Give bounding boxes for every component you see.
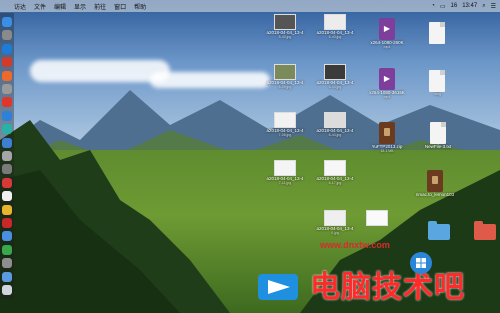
archive-glyph: [379, 122, 395, 144]
windows-logo-icon: [410, 252, 432, 274]
app-gray4-icon[interactable]: [2, 258, 12, 269]
trash-icon[interactable]: [2, 285, 12, 295]
video-file-icon[interactable]: ▶ x264-1080-3615K mp4: [364, 68, 410, 99]
file-icon[interactable]: a2018-04-04_13-4 6-44.jpg: [312, 64, 358, 89]
app-gray2-icon[interactable]: [2, 151, 12, 161]
safari-icon[interactable]: [2, 43, 12, 54]
search-icon[interactable]: ⌕: [482, 3, 485, 10]
file-sublabel: mp4: [383, 45, 391, 49]
app-blue4-icon[interactable]: [2, 271, 12, 282]
wifi-icon[interactable]: ◔: [431, 3, 435, 9]
watermark-logo: [258, 274, 298, 300]
wallpaper-forest: [0, 120, 230, 313]
archive-icon[interactable]: YuFTP2013.zip 18.1 MB: [364, 122, 410, 153]
app-gray-icon[interactable]: [2, 84, 12, 94]
app-orange-icon[interactable]: [2, 70, 12, 81]
file-thumbnail: [324, 160, 346, 176]
file-icon[interactable]: a2018-04-04_13-4 7-06.jpg: [262, 112, 308, 137]
app-red2-icon[interactable]: [2, 97, 12, 108]
file-icon[interactable]: a2018-04-04_13-4 7-11.jpg: [262, 160, 308, 185]
menu-help[interactable]: 帮助: [134, 2, 146, 11]
file-sublabel: 7-06.jpg: [278, 133, 292, 137]
app-red4-icon[interactable]: [2, 218, 12, 228]
menu-finder[interactable]: 访达: [14, 2, 26, 11]
file-thumbnail: [324, 64, 346, 80]
archive-icon[interactable]: nmac.to_lemon103: [410, 170, 460, 197]
app-red3-icon[interactable]: [2, 177, 12, 188]
app-blue2-icon[interactable]: [2, 137, 12, 148]
file-icon[interactable]: a2018-04-04_13-4 0.jpg: [312, 210, 358, 235]
notification-icon[interactable]: ☰: [491, 3, 496, 10]
file-sublabel: 8-40.jpg: [278, 35, 292, 39]
video-icon: ▶: [379, 68, 395, 90]
file-sublabel: 6-44.jpg: [328, 85, 342, 89]
file-thumbnail: [324, 210, 346, 226]
file-sublabel: 7-11.jpg: [278, 181, 292, 185]
menu-bar: 访达 文件 编辑 显示 前往 窗口 帮助 ◔ ▭ 16 13:47 ⌕ ☰: [0, 0, 500, 12]
file-thumbnail: [324, 112, 346, 128]
file-label: nmac.to_lemon103: [415, 192, 455, 197]
file-thumbnail: [274, 14, 296, 30]
menu-view[interactable]: 显示: [74, 2, 86, 11]
finder-icon[interactable]: [2, 17, 12, 27]
file-icon[interactable]: a2018-04-04_13-4 6-59.jpg: [262, 64, 308, 89]
folder-glyph: [428, 221, 450, 240]
file-label: NewFile-3.txt: [424, 144, 452, 149]
watermark-url: www.dnxtw.com: [320, 240, 390, 250]
folder-glyph: [474, 221, 496, 240]
file-icon[interactable]: a2018-04-04_13-4 6-17.jpg: [312, 160, 358, 185]
document-glyph: [429, 70, 445, 92]
app-red-icon[interactable]: [2, 57, 12, 68]
file-sublabel: 6-17.jpg: [328, 181, 342, 185]
watermark-brand: 电脑技术吧: [310, 271, 465, 304]
clock[interactable]: 13:47: [462, 3, 477, 9]
app-white-icon[interactable]: [2, 191, 12, 202]
text-file-icon[interactable]: NewFile-3.txt: [418, 122, 458, 149]
app-teal-icon[interactable]: [2, 124, 12, 135]
file-icon[interactable]: a2018-04-04_13-4 6-44.jpg: [312, 112, 358, 137]
file-sublabel: .dmg: [433, 92, 441, 96]
file-sublabel: 8-40.jpg: [328, 35, 342, 39]
file-sublabel: 6-59.jpg: [278, 85, 292, 89]
status-area: ◔ ▭ 16 13:47 ⌕ ☰: [431, 0, 496, 12]
file-icon[interactable]: a2018-04-04_13-4 8-40.jpg: [262, 14, 308, 39]
menu-edit[interactable]: 编辑: [54, 2, 66, 11]
menu-go[interactable]: 前往: [94, 2, 106, 11]
app-blue-icon[interactable]: [2, 110, 12, 121]
calendar-day[interactable]: 16: [451, 3, 458, 9]
menu-file[interactable]: 文件: [34, 2, 46, 11]
document-glyph: [429, 22, 445, 44]
folder-icon[interactable]: [472, 221, 498, 240]
file-icon[interactable]: [362, 210, 392, 226]
file-thumbnail: [274, 64, 296, 80]
archive-glyph: [427, 170, 443, 192]
app-green-icon[interactable]: [2, 244, 12, 255]
document-glyph: [430, 122, 446, 144]
launchpad-icon[interactable]: [2, 30, 12, 41]
disk-image-icon[interactable]: .dmg: [422, 70, 452, 96]
file-sublabel: 6-44.jpg: [328, 133, 342, 137]
video-file-icon[interactable]: ▶ x264-1080-260K mp4: [364, 18, 410, 49]
file-thumbnail: [366, 210, 388, 226]
file-sublabel: mp4: [383, 95, 391, 99]
document-icon[interactable]: [422, 22, 452, 44]
chrome-icon[interactable]: [2, 204, 12, 215]
file-sublabel: 18.1 MB: [380, 149, 394, 153]
file-thumbnail: [324, 14, 346, 30]
file-icon[interactable]: a2018-04-04_13-4 8-40.jpg: [312, 14, 358, 39]
folder-icon[interactable]: [424, 221, 454, 240]
app-gray3-icon[interactable]: [2, 164, 12, 175]
file-thumbnail: [274, 160, 296, 176]
battery-icon[interactable]: ▭: [440, 3, 446, 10]
app-blue3-icon[interactable]: [2, 231, 12, 242]
file-thumbnail: [274, 112, 296, 128]
menu-window[interactable]: 窗口: [114, 2, 126, 11]
dock: [0, 13, 14, 299]
video-icon: ▶: [379, 18, 395, 40]
file-sublabel: 0.jpg: [331, 231, 339, 235]
